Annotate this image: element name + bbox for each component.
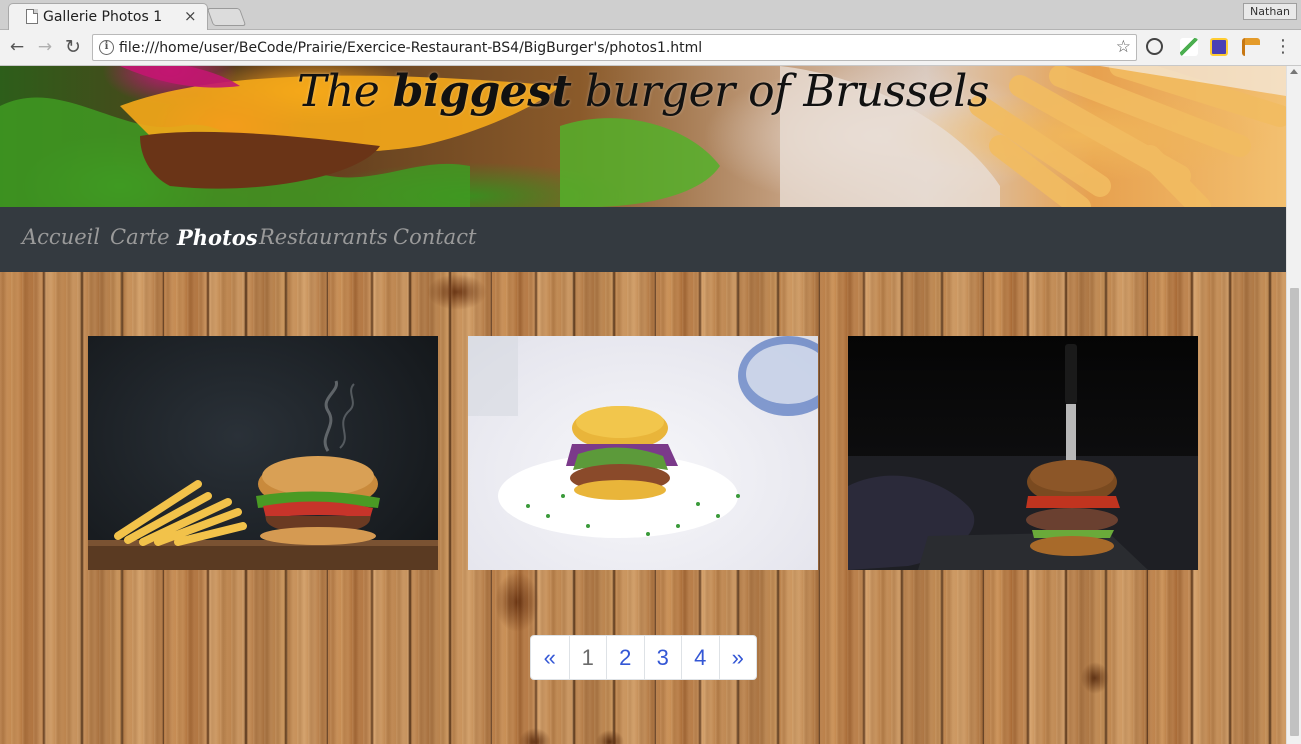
browser-toolbar: ← → ↻ i file:///home/user/BeCode/Prairie…	[0, 30, 1301, 66]
scrollbar-thumb[interactable]	[1290, 288, 1299, 736]
pagination-page-2[interactable]: 2	[606, 636, 644, 679]
pagination-page-4[interactable]: 4	[681, 636, 719, 679]
page-viewport: The biggest burger of Brussels Accueil C…	[0, 66, 1286, 744]
nav-link-accueil[interactable]: Accueil	[22, 225, 100, 249]
profile-extension-icon[interactable]	[1210, 38, 1228, 56]
hero-title-start: The	[297, 66, 380, 117]
hero-banner: The biggest burger of Brussels	[0, 66, 1286, 207]
burger-fries-image	[88, 380, 438, 570]
url-text[interactable]: file:///home/user/BeCode/Prairie/Exercic…	[119, 40, 702, 56]
forward-arrow-icon[interactable]: →	[34, 36, 56, 58]
nav-link-photos[interactable]: Photos	[177, 225, 258, 250]
browser-tabstrip: Gallerie Photos 1 × Nathan	[0, 0, 1301, 30]
flag-extension-icon[interactable]	[1242, 38, 1260, 56]
bookmark-star-icon[interactable]: ☆	[1116, 37, 1131, 57]
nav-link-restaurants[interactable]: Restaurants	[259, 225, 388, 249]
back-arrow-icon[interactable]: ←	[6, 36, 28, 58]
hero-title-end: burger of Brussels	[584, 66, 990, 117]
browser-tab[interactable]: Gallerie Photos 1 ×	[8, 3, 208, 30]
page-scrollbar[interactable]	[1286, 66, 1301, 744]
menu-kebab-icon[interactable]: ⋮	[1272, 36, 1294, 58]
pagination-next-button[interactable]: »	[718, 636, 757, 679]
pagination-prev-button[interactable]: «	[531, 636, 569, 679]
profile-button[interactable]: Nathan	[1243, 3, 1297, 20]
nav-link-contact[interactable]: Contact	[393, 225, 476, 249]
main-navbar: Accueil Carte Photos Restaurants Contact	[0, 207, 1286, 272]
sync-extension-icon[interactable]	[1146, 38, 1163, 55]
pagination-page-3[interactable]: 3	[643, 636, 682, 679]
close-tab-icon[interactable]: ×	[184, 7, 197, 25]
info-icon[interactable]: i	[99, 40, 114, 55]
scroll-up-arrow-icon[interactable]	[1290, 69, 1298, 74]
new-tab-button[interactable]	[206, 8, 247, 26]
pagination-page-1[interactable]: 1	[568, 636, 607, 679]
burger-knife-image	[848, 344, 1198, 570]
gallery-photo-burger-knife[interactable]	[848, 336, 1198, 570]
address-bar[interactable]: i file:///home/user/BeCode/Prairie/Exerc…	[92, 34, 1137, 61]
gallery-photo-burger-plate[interactable]	[468, 336, 818, 570]
hero-title-emphasis: biggest	[392, 66, 572, 117]
page-icon	[26, 9, 38, 24]
hero-title: The biggest burger of Brussels	[0, 66, 1286, 117]
eyedropper-extension-icon[interactable]	[1180, 38, 1198, 56]
reload-icon[interactable]: ↻	[62, 36, 84, 58]
pagination: « 1 2 3 4 »	[530, 635, 757, 680]
gallery-photo-burger-fries[interactable]	[88, 336, 438, 570]
burger-plate-image	[468, 336, 818, 538]
tab-title: Gallerie Photos 1	[43, 9, 163, 25]
nav-link-carte[interactable]: Carte	[110, 225, 170, 249]
